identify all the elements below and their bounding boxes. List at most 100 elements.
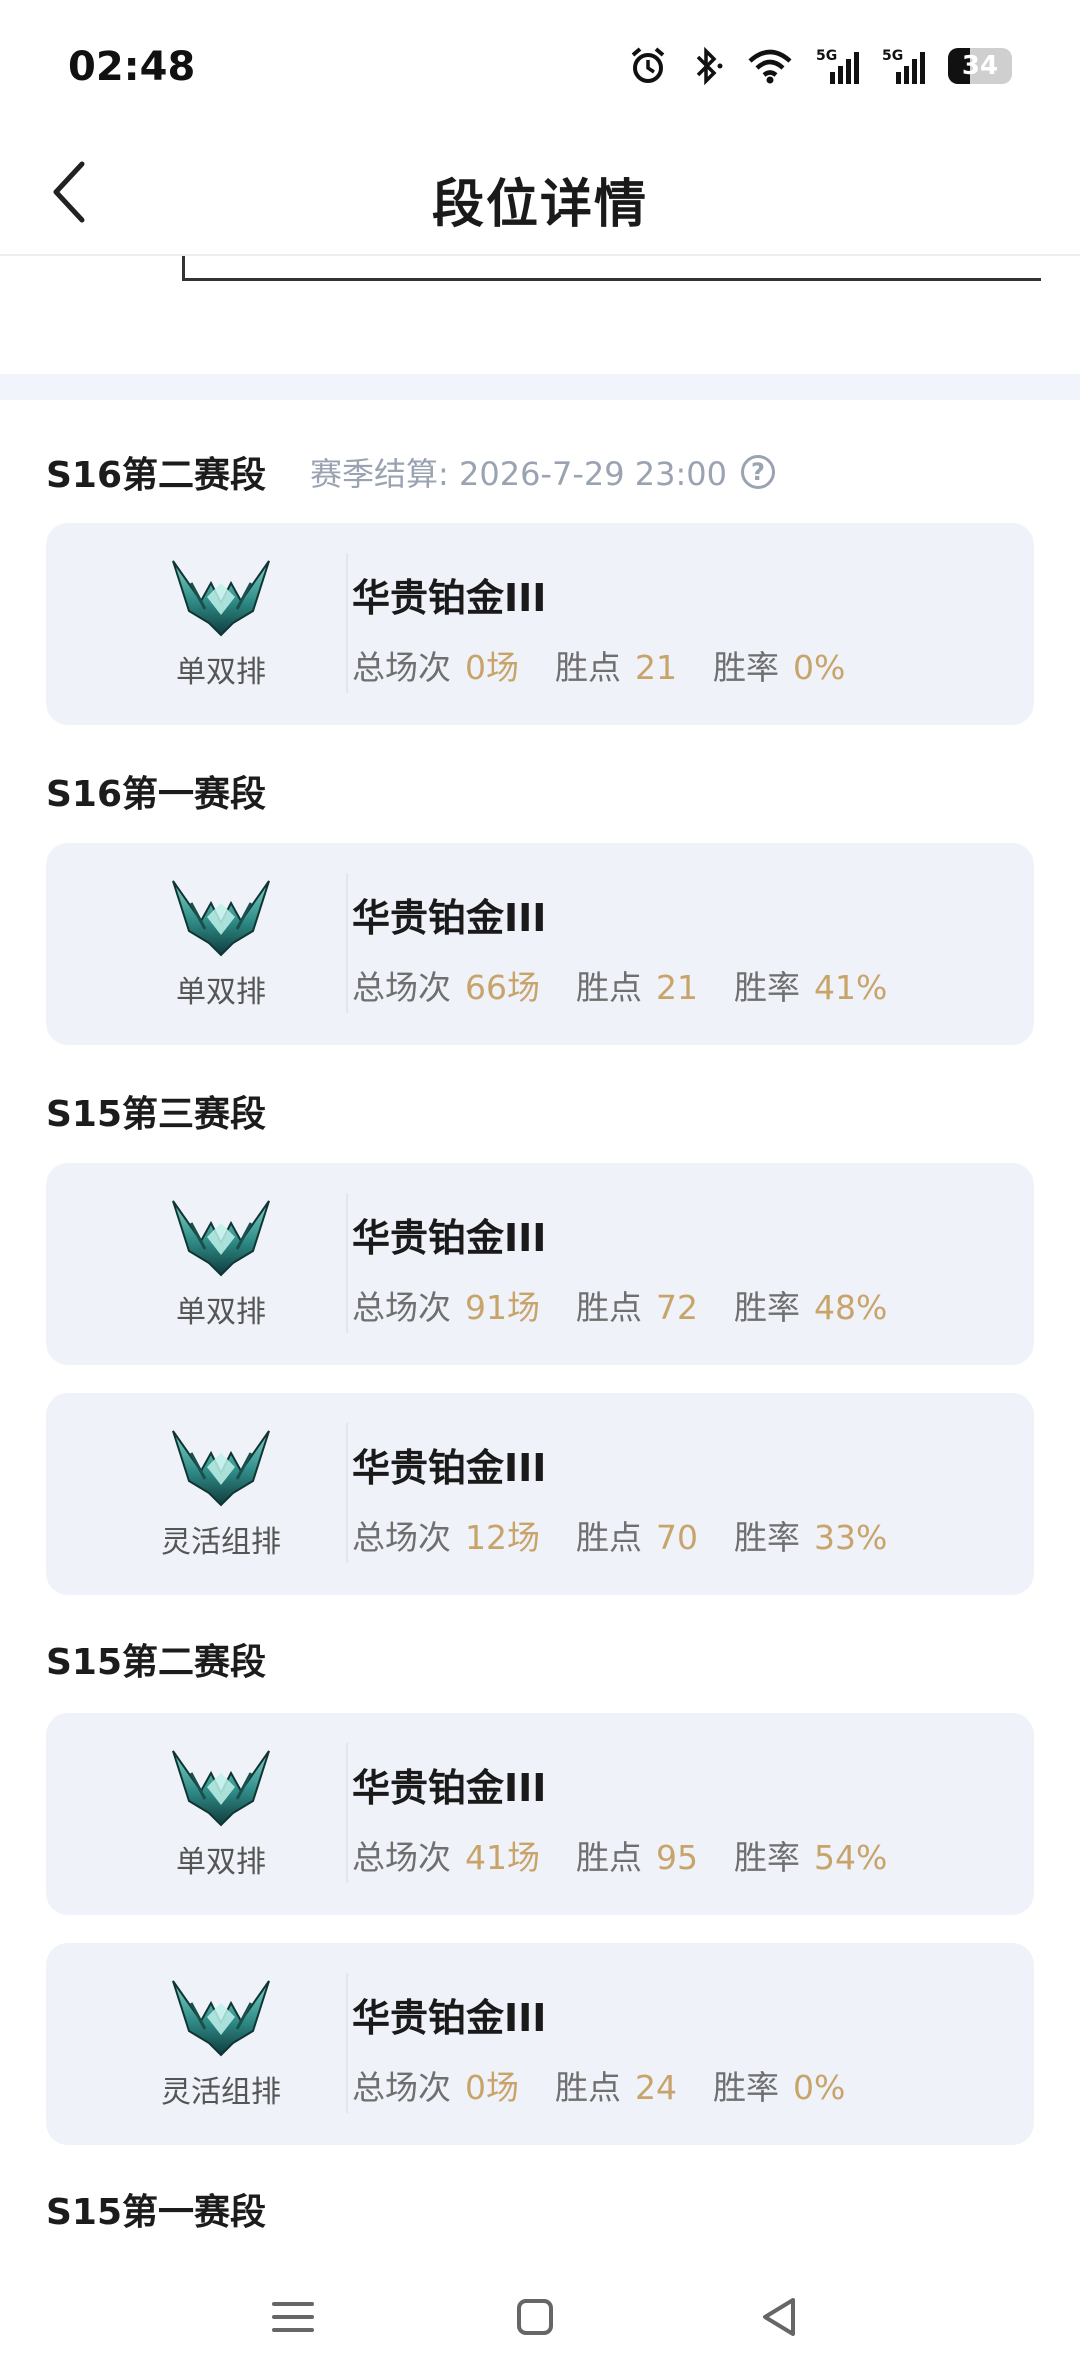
season-end-time: 赛季结算: 2026-7-29 23:00 (310, 455, 727, 493)
rank-card[interactable]: 灵活组排 华贵铂金III 总场次 12场 胜点 70 胜率 33% (46, 1393, 1034, 1595)
system-nav-bar (0, 2256, 1080, 2377)
platinum-emblem-icon (171, 553, 271, 637)
stat-label-games: 总场次 (352, 1288, 451, 1327)
queue-type-label: 灵活组排 (161, 2075, 281, 2110)
platinum-emblem-icon (171, 1743, 271, 1827)
wifi-icon (748, 49, 792, 84)
rank-badge: 灵活组排 (96, 1423, 348, 1563)
rank-badge: 单双排 (96, 553, 348, 693)
stat-value-games: 91场 (465, 1288, 540, 1327)
queue-type-label: 单双排 (176, 1295, 266, 1330)
stat-value-games: 66场 (465, 968, 540, 1007)
stat-value-points: 21 (656, 968, 698, 1007)
stat-value-games: 0场 (465, 648, 519, 687)
stat-value-winrate: 54% (814, 1838, 888, 1877)
rank-stats: 总场次 91场 胜点 72 胜率 48% (352, 1281, 923, 1329)
section-title: S16第一赛段 (46, 774, 267, 815)
rank-stats: 总场次 0场 胜点 24 胜率 0% (352, 2061, 881, 2109)
section-title: S16第二赛段 (46, 455, 267, 496)
stat-value-winrate: 48% (814, 1288, 888, 1327)
platinum-emblem-icon (171, 1973, 271, 2057)
rank-stats: 总场次 41场 胜点 95 胜率 54% (352, 1831, 923, 1879)
rank-badge: 单双排 (96, 1193, 348, 1333)
rank-tier-name: 华贵铂金III (352, 576, 547, 620)
stat-label-winrate: 胜率 (713, 2068, 779, 2107)
signal-5g-icon: 5G (882, 48, 925, 84)
stat-value-points: 70 (656, 1518, 698, 1557)
status-icons: 5G 5G 34 (628, 46, 1012, 86)
section-title: S15第二赛段 (46, 1642, 267, 1683)
stat-value-winrate: 0% (793, 648, 846, 687)
stat-label-winrate: 胜率 (734, 1518, 800, 1557)
rank-badge: 单双排 (96, 1743, 348, 1883)
stat-value-winrate: 41% (814, 968, 888, 1007)
chart-remnant (182, 256, 1041, 281)
queue-type-label: 灵活组排 (161, 1525, 281, 1560)
section-header: S15第二赛段 (46, 1633, 266, 1685)
home-icon[interactable] (500, 2282, 570, 2352)
queue-type-label: 单双排 (176, 1845, 266, 1880)
stat-label-winrate: 胜率 (734, 1288, 800, 1327)
stat-label-games: 总场次 (352, 2068, 451, 2107)
rank-tier-name: 华贵铂金III (352, 1446, 547, 1490)
section-title: S15第三赛段 (46, 1094, 267, 1135)
rank-card[interactable]: 单双排 华贵铂金III 总场次 66场 胜点 21 胜率 41% (46, 843, 1034, 1045)
section-header: S16第一赛段 (46, 765, 266, 817)
alarm-icon (631, 47, 665, 83)
stat-value-points: 24 (635, 2068, 677, 2107)
stat-value-winrate: 33% (814, 1518, 888, 1557)
rank-card[interactable]: 单双排 华贵铂金III 总场次 0场 胜点 21 胜率 0% (46, 523, 1034, 725)
stat-value-points: 95 (656, 1838, 698, 1877)
rank-badge: 灵活组排 (96, 1973, 348, 2113)
queue-type-label: 单双排 (176, 975, 266, 1010)
section-header: S15第一赛段 (46, 2183, 266, 2235)
rank-badge: 单双排 (96, 873, 348, 1013)
rank-card[interactable]: 单双排 华贵铂金III 总场次 41场 胜点 95 胜率 54% (46, 1713, 1034, 1915)
signal-5g-icon: 5G (816, 48, 859, 84)
section-header: S15第三赛段 (46, 1085, 266, 1137)
stat-label-winrate: 胜率 (734, 1838, 800, 1877)
bluetooth-icon (696, 46, 723, 86)
rank-stats: 总场次 0场 胜点 21 胜率 0% (352, 641, 881, 689)
stat-label-points: 胜点 (576, 1518, 642, 1557)
queue-type-label: 单双排 (176, 655, 266, 690)
stat-label-games: 总场次 (352, 1838, 451, 1877)
platinum-emblem-icon (171, 1193, 271, 1277)
rank-stats: 总场次 12场 胜点 70 胜率 33% (352, 1511, 923, 1559)
stat-label-points: 胜点 (555, 2068, 621, 2107)
stat-label-points: 胜点 (576, 968, 642, 1007)
platinum-emblem-icon (171, 1423, 271, 1507)
stat-label-winrate: 胜率 (734, 968, 800, 1007)
svg-text:5G: 5G (882, 48, 903, 64)
rank-stats: 总场次 66场 胜点 21 胜率 41% (352, 961, 923, 1009)
status-time: 02:48 (68, 44, 196, 90)
rank-card[interactable]: 单双排 华贵铂金III 总场次 91场 胜点 72 胜率 48% (46, 1163, 1034, 1365)
battery-level: 34 (961, 51, 999, 81)
stat-label-winrate: 胜率 (713, 648, 779, 687)
stat-value-points: 21 (635, 648, 677, 687)
menu-icon[interactable] (258, 2282, 328, 2352)
back-nav-icon[interactable] (745, 2282, 815, 2352)
stat-label-points: 胜点 (555, 648, 621, 687)
rank-card[interactable]: 灵活组排 华贵铂金III 总场次 0场 胜点 24 胜率 0% (46, 1943, 1034, 2145)
stat-value-games: 12场 (465, 1518, 540, 1557)
battery-icon: 34 (948, 48, 1012, 84)
stat-value-games: 0场 (465, 2068, 519, 2107)
stat-value-games: 41场 (465, 1838, 540, 1877)
stat-label-games: 总场次 (352, 1518, 451, 1557)
rank-tier-name: 华贵铂金III (352, 1766, 547, 1810)
section-header: S16第二赛段 赛季结算: 2026-7-29 23:00? (46, 446, 775, 498)
stat-value-points: 72 (656, 1288, 698, 1327)
svg-text:5G: 5G (816, 48, 837, 64)
rank-tier-name: 华贵铂金III (352, 896, 547, 940)
section-title: S15第一赛段 (46, 2192, 267, 2233)
section-divider (0, 374, 1080, 400)
rank-tier-name: 华贵铂金III (352, 1216, 547, 1260)
stat-label-games: 总场次 (352, 968, 451, 1007)
page-title: 段位详情 (431, 175, 648, 235)
stat-value-winrate: 0% (793, 2068, 846, 2107)
help-icon[interactable]: ? (741, 455, 775, 489)
stat-label-games: 总场次 (352, 648, 451, 687)
rank-tier-name: 华贵铂金III (352, 1996, 547, 2040)
status-bar: 02:48 5G 5G 34 (0, 0, 1080, 130)
